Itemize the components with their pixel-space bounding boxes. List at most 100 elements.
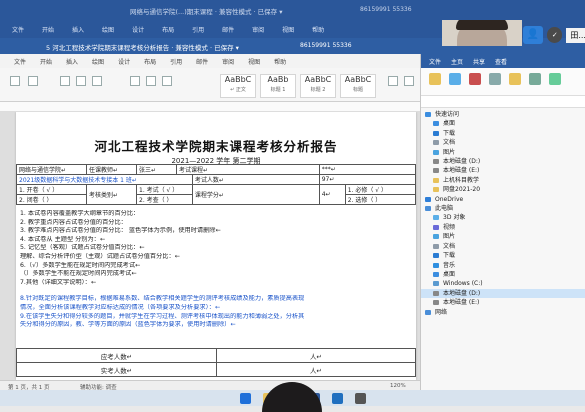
style-gallery-item[interactable]: AaBbC 标题 2 [300,74,336,98]
analysis-line [16,287,416,295]
info-table: 网络与通信学院↵ 任课教师↵ 张三↵ 考试课程↵ ***↵ 2021级数据科学与… [16,164,417,205]
back-tab[interactable]: 设计 [132,25,144,34]
paste-icon[interactable] [10,76,20,86]
folder-icon [433,234,439,240]
edge-icon[interactable] [240,392,251,404]
cut-icon[interactable] [28,76,38,86]
select-icon[interactable] [549,73,561,85]
style-name: ↵ 正文 [230,87,246,93]
explorer-tab[interactable]: 查看 [495,57,507,66]
explorer-item-label: 此电脑 [435,205,454,213]
ribbon-tab[interactable]: 设计 [118,57,130,68]
meeting-icon[interactable] [332,392,343,404]
explorer-item[interactable]: 3D 对象 [421,213,585,222]
ribbon-tab[interactable]: 引用 [170,57,182,68]
explorer-item[interactable]: 快速访问 [421,110,585,119]
back-tab[interactable]: 帮助 [312,25,324,34]
back-tab[interactable]: 插入 [72,25,84,34]
delete-icon[interactable] [469,73,481,85]
folder-icon [425,309,431,315]
new-folder-icon[interactable] [509,73,521,85]
explorer-item[interactable]: 上机科目教学 [421,176,585,185]
folder-icon [425,206,431,212]
ribbon-tab[interactable]: 邮件 [196,57,208,68]
explorer-item[interactable]: 网络 [421,308,585,317]
underline-icon[interactable] [92,76,102,86]
back-tab[interactable]: 文件 [12,25,24,34]
back-tab[interactable]: 开始 [42,25,54,34]
style-sample: AaBbC [224,75,252,84]
italic-icon[interactable] [76,76,86,86]
explorer-item[interactable]: 本地磁盘 (D:) [421,157,585,166]
ribbon: AaBbC ↵ 正文 AaBb 标题 1 AaBbC 标题 2 AaBbC 标题 [0,68,420,102]
back-tab[interactable]: 布局 [162,25,174,34]
explorer-tabs: 文件 主页 共享 查看 [421,54,585,68]
participant-name: 田... [566,27,585,43]
explorer-tab[interactable]: 文件 [429,57,441,66]
explorer-item[interactable]: 文档 [421,242,585,251]
find-icon[interactable] [388,76,398,86]
explorer-item[interactable]: 网盘2021-20 [421,185,585,194]
explorer-tab[interactable]: 主页 [451,57,463,66]
properties-icon[interactable] [529,73,541,85]
back-tab[interactable]: 绘图 [102,25,114,34]
explorer-item[interactable]: OneDrive [421,195,585,204]
style-gallery-item[interactable]: AaBb 标题 1 [260,74,296,98]
ribbon-tab[interactable]: 开始 [40,57,52,68]
explorer-item[interactable]: 桌面 [421,270,585,279]
explorer-item[interactable]: 本地磁盘 (D:) [421,288,585,299]
explorer-item[interactable]: 下载 [421,251,585,260]
bold-icon[interactable] [60,76,70,86]
explorer-item[interactable]: 音乐 [421,261,585,270]
person-icon[interactable]: 👤 [522,26,544,44]
explorer-item[interactable]: 文档 [421,138,585,147]
ribbon-tab[interactable]: 视图 [248,57,260,68]
explorer-item[interactable]: 桌面 [421,119,585,128]
explorer-nav[interactable] [421,96,585,108]
explorer-item[interactable]: 视频 [421,223,585,232]
explorer-item[interactable]: 此电脑 [421,204,585,213]
folder-icon [433,281,439,287]
style-gallery-item[interactable]: AaBbC 标题 [340,74,376,98]
explorer-tab[interactable]: 共享 [473,57,485,66]
explorer-item-label: 3D 对象 [443,214,466,222]
dictate-icon[interactable] [404,76,414,86]
style-gallery-item[interactable]: AaBbC ↵ 正文 [220,74,256,98]
explorer-item[interactable]: 图片 [421,232,585,241]
ribbon-tab[interactable]: 帮助 [274,57,286,68]
explorer-item[interactable]: 本地磁盘 (E:) [421,166,585,175]
should-count-label: 应考人数↵ [16,348,217,363]
ribbon-tab[interactable]: 绘图 [92,57,104,68]
back-tab[interactable]: 视图 [282,25,294,34]
check-icon[interactable]: ✓ [547,27,563,43]
explorer-item[interactable]: 本地磁盘 (E:) [421,298,585,307]
explorer-item[interactable]: 下载 [421,129,585,138]
back-tab[interactable]: 引用 [192,25,204,34]
folder-icon[interactable] [429,73,441,85]
folder-icon [433,159,439,165]
explorer-item-label: OneDrive [435,195,464,203]
ribbon-tabs: 文件 开始 插入 绘图 设计 布局 引用 邮件 审阅 视图 帮助 [0,54,420,68]
app-icon[interactable] [355,392,366,404]
explorer-item-label: 上机科目教学 [443,176,480,184]
zoom-level[interactable]: 120% [390,383,406,389]
align-icon[interactable] [162,76,172,86]
ribbon-tab[interactable]: 布局 [144,57,156,68]
meeting-id-back: 86159991 55336 [360,6,412,13]
rename-icon[interactable] [489,73,501,85]
back-tab[interactable]: 审阅 [252,25,264,34]
ribbon-tab[interactable]: 文件 [14,57,26,68]
explorer-toolbar [421,68,585,96]
back-tab[interactable]: 邮件 [222,25,234,34]
ribbon-tab[interactable]: 审阅 [222,57,234,68]
document-page[interactable]: 河北工程技术学院期末课程考核分析报告 2021—2022 学年 第二学期 网络与… [16,112,417,380]
explorer-item[interactable]: Windows (C:) [421,279,585,288]
folder-icon [433,149,439,155]
explorer-item[interactable]: 图片 [421,148,585,157]
ribbon-tab[interactable]: 插入 [66,57,78,68]
copy-icon[interactable] [449,73,461,85]
explorer-item-label: Windows (C:) [443,280,483,288]
bullets-icon[interactable] [130,76,140,86]
document-area[interactable]: 河北工程技术学院期末课程考核分析报告 2021—2022 学年 第二学期 网络与… [0,112,420,380]
numbering-icon[interactable] [146,76,156,86]
